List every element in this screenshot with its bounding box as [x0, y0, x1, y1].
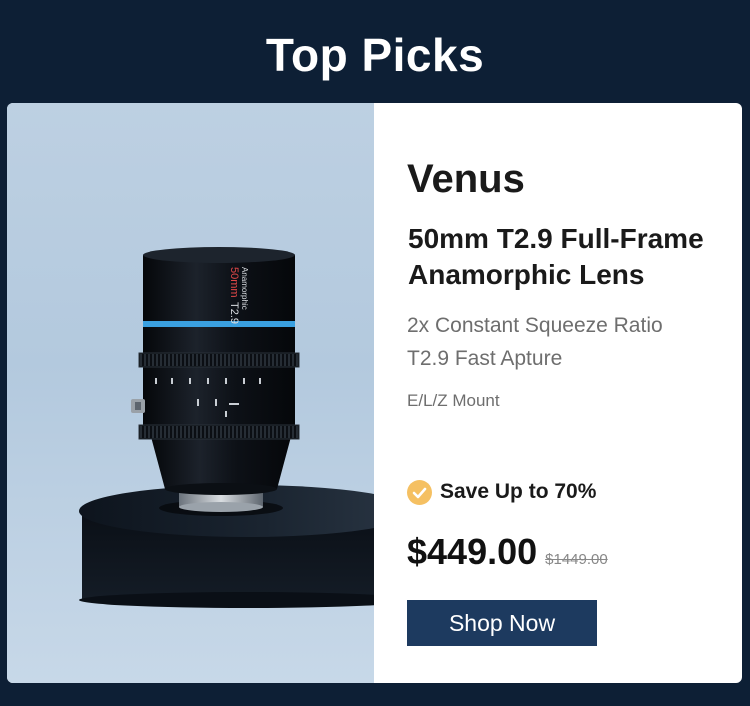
- lens-engraving-type: Anamorphic: [240, 267, 249, 310]
- check-circle-icon: [407, 479, 432, 505]
- lens-engraving-focal: 50mm: [228, 267, 240, 298]
- lens-lower-barrel: [150, 433, 292, 489]
- product-card: 50mm T2.9 Anamorphic Venus 50mm T2.9 Ful…: [7, 103, 742, 683]
- product-name[interactable]: 50mm T2.9 Full-Frame Anamorphic Lens: [408, 221, 738, 293]
- page-title: Top Picks: [265, 29, 485, 81]
- lens-accent-ring: [143, 321, 295, 327]
- feature-squeeze-ratio: 2x Constant Squeeze Ratio: [407, 314, 663, 337]
- promo-text: Save Up to 70%: [440, 480, 597, 503]
- lens-engraving-aperture: T2.9: [228, 302, 240, 324]
- focus-gear-ring: [138, 352, 300, 368]
- promo-badge: Save Up to 70%: [407, 479, 596, 505]
- mount-compatibility: E/L/Z Mount: [407, 391, 500, 410]
- original-price: $1449.00: [545, 551, 608, 568]
- lens-barrel: [143, 255, 295, 435]
- price-row: $449.00 $1449.00: [407, 531, 608, 573]
- product-image[interactable]: 50mm T2.9 Anamorphic: [7, 103, 374, 683]
- product-info: Venus 50mm T2.9 Full-Frame Anamorphic Le…: [407, 103, 737, 683]
- sale-price: $449.00: [407, 531, 538, 572]
- feature-aperture: T2.9 Fast Apture: [407, 347, 563, 370]
- shop-now-button[interactable]: Shop Now: [407, 600, 597, 646]
- iris-gear-ring: [138, 424, 300, 440]
- product-brand: Venus: [407, 157, 525, 201]
